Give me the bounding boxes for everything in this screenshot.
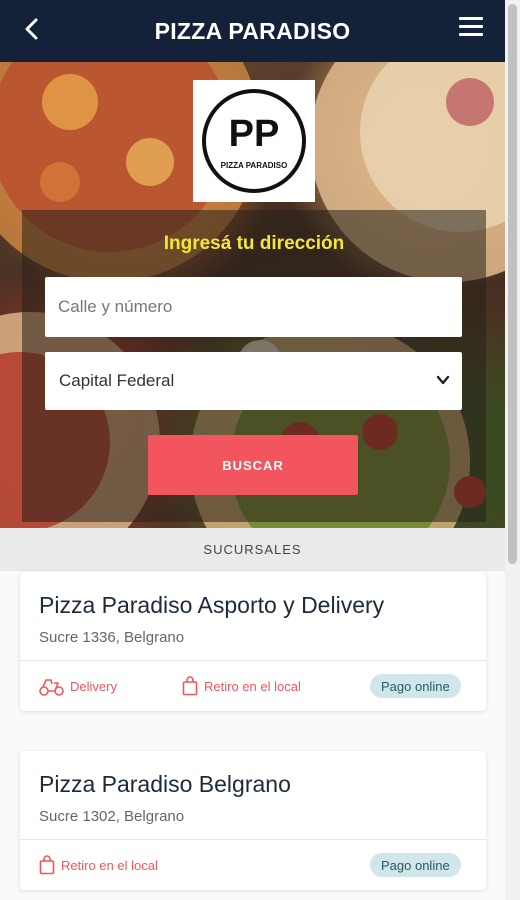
svg-text:PIZZA PARADISO: PIZZA PARADISO <box>221 161 288 170</box>
street-input[interactable] <box>45 277 462 337</box>
pickup-option: Retiro en el local <box>182 676 301 696</box>
scrollbar-thumb[interactable] <box>508 4 517 564</box>
search-button[interactable]: BUSCAR <box>148 435 358 495</box>
card-divider <box>20 839 486 840</box>
branch-name: Pizza Paradiso Belgrano <box>39 771 291 797</box>
pizza-paradiso-logo-icon: PP PIZZA PARADISO <box>202 89 306 193</box>
online-payment-badge: Pago online <box>370 853 461 877</box>
scooter-icon <box>39 679 64 696</box>
shopping-bag-icon <box>39 855 55 875</box>
branch-address: Sucre 1336, Belgrano <box>39 629 185 646</box>
delivery-label: Delivery <box>70 678 117 694</box>
branch-name: Pizza Paradiso Asporto y Delivery <box>39 592 385 618</box>
online-payment-badge: Pago online <box>370 674 461 698</box>
app-header: PIZZA PARADISO <box>0 0 505 62</box>
chevron-down-icon <box>436 375 450 385</box>
branch-card[interactable]: Pizza Paradiso Belgrano Sucre 1302, Belg… <box>20 751 486 890</box>
delivery-option: Delivery <box>39 676 117 696</box>
card-divider <box>20 660 486 661</box>
brand-logo: PP PIZZA PARADISO <box>193 80 315 202</box>
pickup-label: Retiro en el local <box>204 678 301 694</box>
svg-text:PP: PP <box>229 113 280 155</box>
shopping-bag-icon <box>182 676 198 696</box>
branch-address: Sucre 1302, Belgrano <box>39 808 185 825</box>
city-select[interactable]: Capital Federal <box>45 352 462 410</box>
city-select-value: Capital Federal <box>59 371 175 390</box>
pickup-option: Retiro en el local <box>39 855 158 875</box>
branches-section-header: SUCURSALES <box>0 528 505 571</box>
branch-card[interactable]: Pizza Paradiso Asporto y Delivery Sucre … <box>20 572 486 711</box>
hamburger-menu-icon[interactable] <box>459 17 483 41</box>
page-title: PIZZA PARADISO <box>154 17 351 44</box>
address-form-title: Ingresá tu dirección <box>163 233 345 254</box>
pickup-label: Retiro en el local <box>61 857 158 873</box>
arrow-left-icon[interactable] <box>20 14 44 44</box>
